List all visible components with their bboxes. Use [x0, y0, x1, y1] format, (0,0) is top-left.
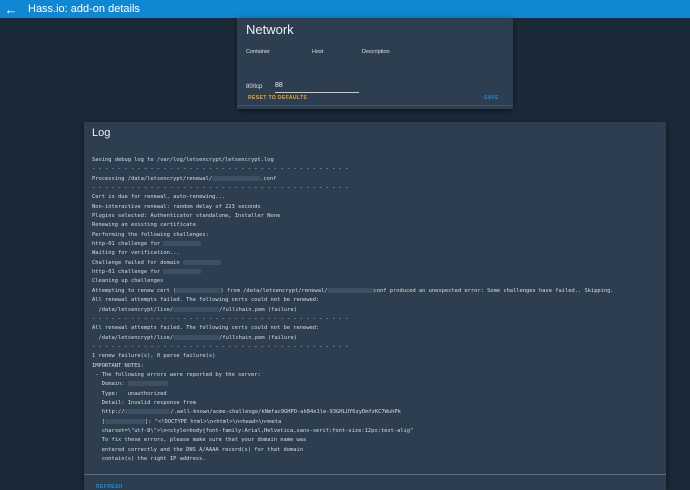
log-line: entered correctly and the DNS A/AAAA rec… [92, 446, 303, 453]
log-line: Type: unauthorized [92, 390, 167, 397]
log-line: /data/letsencrypt/live//fullchain.pem (f… [92, 334, 298, 341]
log-line: http:///.well-known/acme-challenge/kNmfa… [92, 409, 401, 416]
page-title: Hass.io: add-on details [28, 3, 140, 15]
column-header-description: Description [362, 49, 390, 55]
divider [84, 474, 666, 475]
redacted-text [173, 306, 220, 312]
log-line: All renewal attempts failed. The followi… [92, 325, 320, 332]
host-port-input[interactable] [275, 79, 359, 93]
log-line: []: "<!DOCTYPE html>\n<html>\n<head>\n<m… [92, 418, 282, 425]
log-line: Cert is due for renewal, auto-renewing..… [92, 194, 226, 201]
reset-to-defaults-button[interactable]: RESET TO DEFAULTS [248, 95, 307, 101]
log-line: Challenge failed for domain [92, 259, 664, 268]
redacted-text [127, 381, 168, 387]
redacted-text [163, 269, 202, 275]
network-title: Network [246, 22, 294, 37]
log-output: Saving debug log to /var/log/letsencrypt… [92, 156, 664, 464]
redacted-text [182, 259, 221, 265]
log-line: - - - - - - - - - - - - - - - - - - - - … [92, 343, 349, 350]
log-line: Processing /data/letsencrypt/renewal/.co… [92, 175, 277, 182]
log-line: Saving debug log to /var/log/letsencrypt… [92, 157, 274, 163]
log-line: Plugins selected: Authenticator standalo… [92, 213, 281, 220]
log-line: Non-interactive renewal: random delay of… [92, 203, 261, 210]
log-card: Log Saving debug log to /var/log/letsenc… [84, 122, 666, 490]
save-button[interactable]: SAVE [484, 95, 499, 101]
redacted-text [104, 418, 145, 424]
log-line: /data/letsencrypt/live//fullchain.pem (f… [92, 306, 298, 313]
redacted-text [176, 287, 221, 293]
redacted-text [163, 241, 202, 247]
log-line: Attempting to renew cert () from /data/l… [92, 287, 614, 294]
log-line: - The following errors were reported by … [92, 371, 261, 378]
refresh-button[interactable]: REFRESH [96, 484, 123, 490]
log-line: charset=\"utf-8\">\n<style>body{font-fam… [92, 427, 414, 434]
arrow-left-icon[interactable]: ← [0, 0, 22, 18]
log-line: Cleaning up challenges [92, 278, 164, 285]
log-line: - - - - - - - - - - - - - - - - - - - - … [92, 315, 349, 322]
log-line: http-01 challenge for [92, 240, 664, 249]
log-title: Log [92, 127, 111, 139]
log-line: IMPORTANT NOTES: [92, 362, 144, 369]
log-line: Waiting for verification... [92, 250, 180, 257]
container-port-value: 80/tcp [246, 84, 263, 90]
redacted-text [327, 287, 374, 293]
log-line: Detail: Invalid response from [92, 399, 196, 406]
log-line: http-01 challenge for [92, 268, 664, 277]
divider [237, 105, 513, 106]
log-line: contain(s) the right IP address. [92, 456, 206, 462]
column-header-container: Container [246, 49, 270, 55]
redacted-text [173, 334, 220, 340]
app-header: ← Hass.io: add-on details [0, 0, 690, 18]
log-line: Domain: [92, 380, 664, 389]
column-header-host: Host [312, 49, 324, 55]
log-line: Performing the following challenges: [92, 231, 209, 238]
log-line: To fix these errors, please make sure th… [92, 437, 307, 444]
log-line: Renewing an existing certificate [92, 222, 196, 229]
log-line: - - - - - - - - - - - - - - - - - - - - … [92, 185, 349, 192]
network-card: Network Container Host Description 80/tc… [237, 18, 513, 109]
log-line: All renewal attempts failed. The followi… [92, 297, 320, 304]
log-line: - - - - - - - - - - - - - - - - - - - - … [92, 166, 349, 173]
redacted-text [212, 175, 261, 181]
redacted-text [124, 409, 171, 415]
log-line: 1 renew failure(s), 0 parse failure(s) [92, 353, 216, 360]
